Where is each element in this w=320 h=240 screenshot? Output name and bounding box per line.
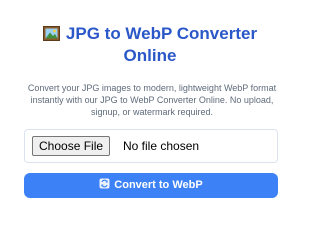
file-input[interactable]: Choose File No file chosen (24, 129, 278, 163)
title-line-2: Online (123, 46, 177, 65)
page-title: JPG to WebP Converter Online (0, 23, 300, 67)
title-line-1: JPG to WebP Converter (65, 24, 258, 43)
convert-arrows-icon (99, 178, 110, 189)
file-status-text: No file chosen (123, 139, 200, 153)
description-text: Convert your JPG images to modern, light… (27, 83, 277, 117)
convert-button-label: Convert to WebP (114, 179, 203, 191)
convert-button[interactable]: Convert to WebP (24, 173, 278, 198)
picture-icon (42, 26, 60, 41)
choose-file-button[interactable]: Choose File (32, 136, 111, 156)
converter-panel: JPG to WebP Converter Online Convert you… (0, 0, 300, 208)
